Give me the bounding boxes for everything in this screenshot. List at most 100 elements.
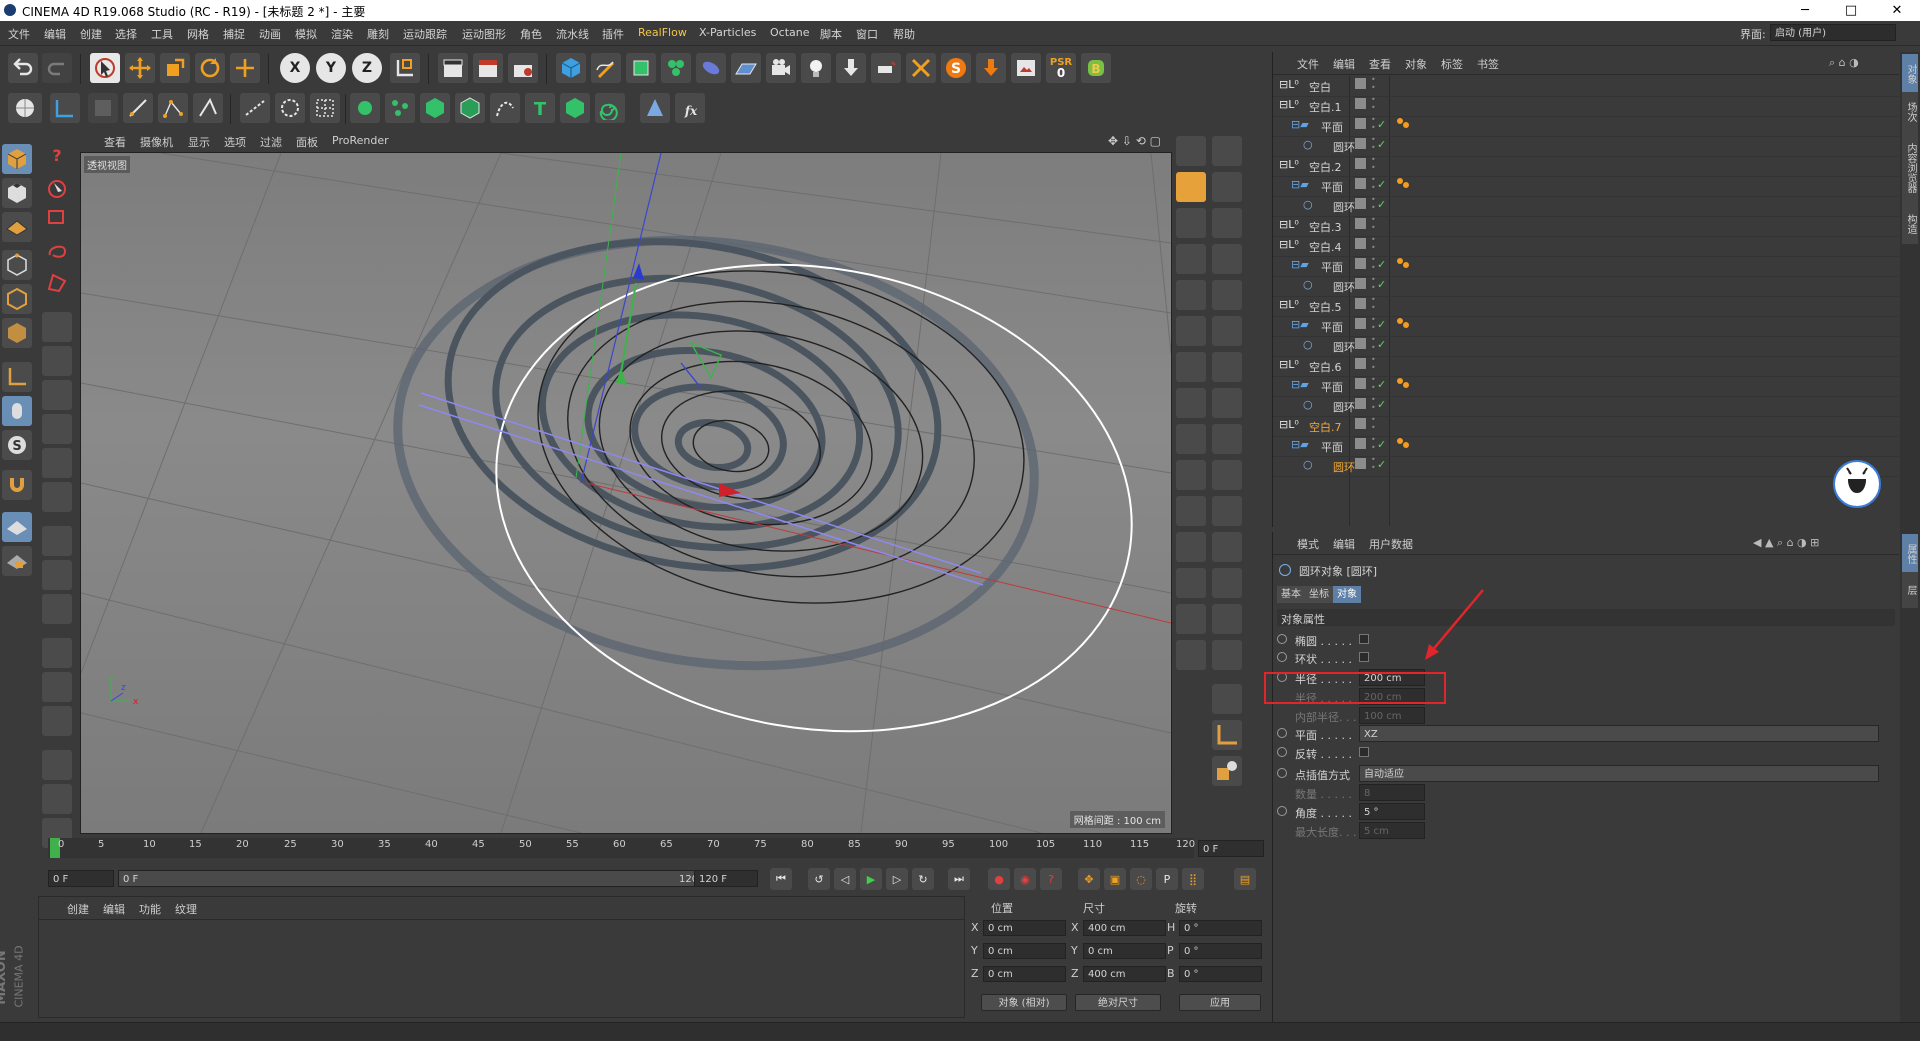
menu-animate[interactable]: 动画 [259, 26, 281, 42]
scale-button[interactable] [160, 53, 190, 83]
visibility-dots[interactable]: • • [1371, 456, 1376, 472]
circle-spline-button[interactable] [275, 93, 305, 123]
side-tool-18-button[interactable] [1176, 460, 1206, 490]
object-row[interactable]: ⊟▰ 平面 • • ✓ [1273, 436, 1899, 457]
property-dropdown[interactable]: 自动适应 [1359, 765, 1879, 782]
magnet-button[interactable] [2, 470, 32, 500]
goto-end-button[interactable]: ⏭ [948, 868, 970, 890]
menu-tools[interactable]: 工具 [151, 26, 173, 42]
mograph-tool-5-button[interactable] [490, 93, 520, 123]
object-row[interactable]: ○ 圆环 • • ✓ [1273, 136, 1899, 157]
property-checkbox[interactable] [1359, 747, 1369, 757]
visibility-dots[interactable]: • • [1371, 156, 1376, 172]
visibility-dots[interactable]: • • [1371, 316, 1376, 332]
position-x-field[interactable]: 0 cm [983, 920, 1066, 936]
mograph-tool-3-button[interactable] [420, 93, 450, 123]
object-row[interactable]: ⊟▰ 平面 • • ✓ [1273, 116, 1899, 137]
mograph-tool-2-button[interactable] [385, 93, 415, 123]
attr-menu-userdata[interactable]: 用户数据 [1369, 536, 1413, 552]
deform-grid-8-button[interactable] [42, 784, 72, 814]
edge-mode-button[interactable] [193, 93, 223, 123]
viewport-menu-view[interactable]: 查看 [104, 134, 126, 150]
size-mode-select[interactable]: 绝对尺寸 [1075, 994, 1161, 1011]
point-mode-button[interactable] [158, 93, 188, 123]
mograph-tool-1-button[interactable] [350, 93, 380, 123]
material-menu-function[interactable]: 功能 [139, 901, 161, 917]
side-tool-28-button[interactable] [1176, 640, 1206, 670]
om-menu-view[interactable]: 查看 [1369, 56, 1391, 72]
prev-frame-button[interactable]: ◁ [834, 868, 856, 890]
viewport-menu-display[interactable]: 显示 [188, 134, 210, 150]
side-tool-16-button[interactable] [1176, 424, 1206, 454]
attr-menu-edit[interactable]: 编辑 [1333, 536, 1355, 552]
enable-snap-button[interactable] [88, 93, 118, 123]
object-name[interactable]: 圆环 [1333, 339, 1355, 355]
tab-attributes[interactable]: 属性 [1902, 534, 1918, 574]
drop-to-floor-button[interactable] [836, 53, 866, 83]
viewport-menu-filter[interactable]: 过滤 [260, 134, 282, 150]
object-name[interactable]: 平面 [1321, 379, 1343, 395]
object-row[interactable]: ○ 圆环 • • ✓ [1273, 396, 1899, 417]
light-button[interactable] [801, 53, 831, 83]
material-menu-create[interactable]: 创建 [67, 901, 89, 917]
selection-tool-button[interactable] [42, 174, 72, 204]
texture-mode-button[interactable] [2, 178, 32, 208]
visibility-dots[interactable]: • • [1371, 396, 1376, 412]
property-dropdown[interactable]: XZ [1359, 725, 1879, 742]
rotation-p-field[interactable]: 0 ° [1179, 943, 1262, 959]
grid-spline-button[interactable] [310, 93, 340, 123]
menu-character[interactable]: 角色 [520, 26, 542, 42]
menu-realflow[interactable]: RealFlow [638, 26, 687, 39]
minimize-button[interactable]: ─ [1782, 0, 1828, 21]
tab-coordinates[interactable]: 坐标 [1305, 586, 1333, 603]
side-tool-axis-button[interactable] [1212, 720, 1242, 750]
model-mode-button[interactable] [2, 144, 32, 174]
object-row[interactable]: ⊟L⁰ 空白 • • [1273, 76, 1899, 97]
object-name[interactable]: 圆环 [1333, 139, 1355, 155]
property-checkbox[interactable] [1359, 634, 1369, 644]
key-position-button[interactable]: ✥ [1078, 868, 1100, 890]
goto-start-button[interactable]: ⏮ [770, 868, 792, 890]
coordinate-system-button[interactable] [390, 53, 420, 83]
object-name[interactable]: 空白.5 [1309, 299, 1342, 315]
animate-radio[interactable] [1277, 728, 1287, 738]
side-tool-8-button[interactable] [1176, 280, 1206, 310]
menu-file[interactable]: 文件 [8, 26, 30, 42]
side-tool-19-button[interactable] [1212, 460, 1242, 490]
key-scale-button[interactable]: ▣ [1104, 868, 1126, 890]
effector-button[interactable] [640, 93, 670, 123]
side-tool-13-button[interactable] [1212, 352, 1242, 382]
viewport-menu-panel[interactable]: 面板 [296, 134, 318, 150]
om-menu-edit[interactable]: 编辑 [1333, 56, 1355, 72]
layer-toggle[interactable] [1355, 358, 1366, 369]
tab-takes[interactable]: 场次 [1902, 92, 1918, 132]
lock-workplane-button[interactable] [2, 512, 32, 542]
cube-button[interactable] [556, 53, 586, 83]
material-menu-edit[interactable]: 编辑 [103, 901, 125, 917]
tweak-mode-button[interactable] [2, 396, 32, 426]
layer-toggle[interactable] [1355, 158, 1366, 169]
object-row[interactable]: ○ 圆环 • • ✓ [1273, 456, 1899, 477]
menu-render[interactable]: 渲染 [331, 26, 353, 42]
s-plugin-button[interactable]: S [2, 430, 32, 460]
enabled-check-icon[interactable]: ✓ [1377, 278, 1386, 291]
record-button[interactable]: ● [988, 868, 1010, 890]
perspective-viewport[interactable]: x y z 透视视图 网格间距 : 100 cm [80, 152, 1172, 834]
frame-range-slider[interactable]: 0 F 120 F [118, 870, 714, 887]
render-view-button[interactable] [438, 53, 468, 83]
layer-toggle[interactable] [1355, 118, 1366, 129]
object-row[interactable]: ⊟▰ 平面 • • ✓ [1273, 316, 1899, 337]
side-tool-29-button[interactable] [1212, 640, 1242, 670]
object-name[interactable]: 空白.6 [1309, 359, 1342, 375]
enabled-check-icon[interactable]: ✓ [1377, 458, 1386, 471]
picture-plugin-button[interactable] [1011, 53, 1041, 83]
cloner-button[interactable] [661, 53, 691, 83]
mograph-tool-4-button[interactable] [455, 93, 485, 123]
side-tool-6-button[interactable] [1176, 244, 1206, 274]
mograph-tool-6-button[interactable] [560, 93, 590, 123]
object-row[interactable]: ⊟▰ 平面 • • ✓ [1273, 376, 1899, 397]
deform-grid-6-button[interactable] [42, 706, 72, 736]
enabled-check-icon[interactable]: ✓ [1377, 138, 1386, 151]
visibility-dots[interactable]: • • [1371, 216, 1376, 232]
play-button[interactable]: ▶ [860, 868, 882, 890]
